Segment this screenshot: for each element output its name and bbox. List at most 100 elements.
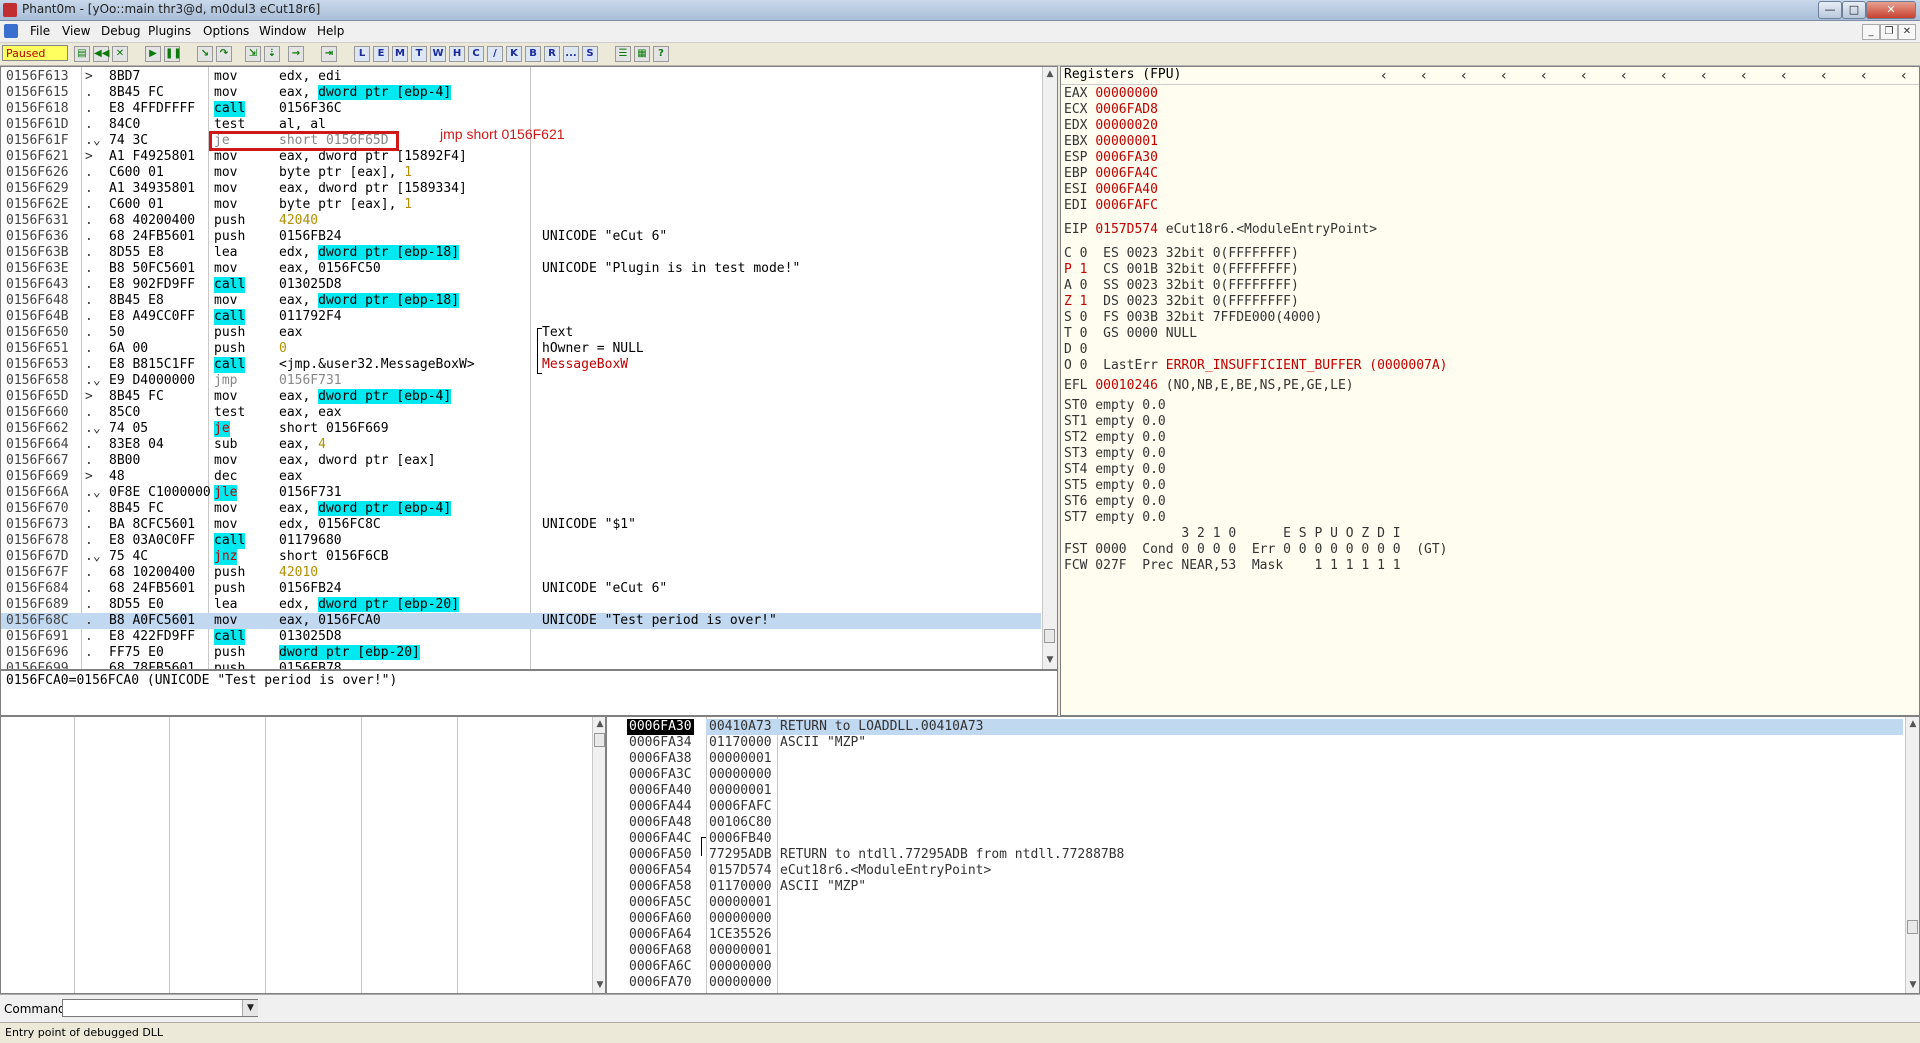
- register-value[interactable]: 0157D574: [1095, 222, 1158, 237]
- disasm-row[interactable]: 0156F636. 68 24FB5601 push 0156FB24 UNICODE …: [1, 229, 1041, 245]
- disasm-row[interactable]: 0156F621 > A1 F4925801 mov eax, dword ptr [1…: [1, 149, 1041, 165]
- disasm-row[interactable]: 0156F63B. 8D55 E8 lea edx, dword ptr [ebp-1…: [1, 245, 1041, 261]
- step-into-icon[interactable]: ↘: [197, 46, 213, 62]
- chevron-left-icon[interactable]: ‹: [1621, 68, 1627, 84]
- restart-icon[interactable]: ◀◀: [93, 46, 109, 62]
- disasm-row[interactable]: 0156F667. 8B00 mov eax, dword ptr [eax]: [1, 453, 1041, 469]
- mdi-child-icon[interactable]: [4, 24, 18, 38]
- register-value[interactable]: 00000001: [1095, 134, 1158, 149]
- stack-row[interactable]: 0006FA38 00000001: [607, 751, 1903, 767]
- disasm-row[interactable]: 0156F684. 68 24FB5601 push 0156FB24 UNICODE …: [1, 581, 1041, 597]
- disasm-row[interactable]: 0156F626. C600 01 mov byte ptr [eax], 1: [1, 165, 1041, 181]
- chevron-left-icon[interactable]: ‹: [1901, 68, 1907, 84]
- references-window-button[interactable]: R: [544, 46, 560, 62]
- appearance-icon[interactable]: ▦: [634, 46, 650, 62]
- dump-pane[interactable]: ▲ ▼: [0, 716, 606, 994]
- disasm-row[interactable]: 0156F615. 8B45 FC mov eax, dword ptr [ebp-4…: [1, 85, 1041, 101]
- chevron-left-icon[interactable]: ‹: [1861, 68, 1867, 84]
- stack-pane[interactable]: 0006FA30 00410A73 RETURN to LOADDLL.00410A…: [606, 716, 1920, 994]
- scroll-thumb[interactable]: [1044, 629, 1055, 643]
- dump-scrollbar[interactable]: ▲ ▼: [592, 717, 605, 993]
- modules-window-button[interactable]: E: [373, 46, 389, 62]
- disasm-row[interactable]: 0156F67F. 68 10200400 push 42010: [1, 565, 1041, 581]
- stack-row[interactable]: 0006FA5C 00000001: [607, 895, 1903, 911]
- open-icon[interactable]: ▤: [74, 46, 90, 62]
- chevron-left-icon[interactable]: ‹: [1421, 68, 1427, 84]
- disasm-row[interactable]: 0156F699. 68 78FB5601 push 0156FB78: [1, 661, 1041, 669]
- chevron-down-icon[interactable]: ▼: [242, 1000, 258, 1016]
- stack-row[interactable]: 0006FA3C 00000000: [607, 767, 1903, 783]
- disasm-row[interactable]: 0156F669 >48 dec eax: [1, 469, 1041, 485]
- disasm-row[interactable]: 0156F673. BA 8CFC5601 mov edx, 0156FC8C UNIC…: [1, 517, 1041, 533]
- stack-scroll-thumb[interactable]: [1907, 920, 1918, 934]
- mdi-close-button[interactable]: ✕: [1898, 24, 1916, 40]
- menu-debug[interactable]: Debug: [101, 24, 140, 38]
- disasm-row[interactable]: 0156F678. E8 03A0C0FF call 01179680: [1, 533, 1041, 549]
- stack-row[interactable]: 0006FA54 0157D574 eCut18r6.<ModuleEntryPoi…: [607, 863, 1903, 879]
- run-trace-window-button[interactable]: ...: [563, 46, 579, 62]
- stack-row[interactable]: 0006FA34 01170000 ASCII "MZP": [607, 735, 1903, 751]
- pause-icon[interactable]: ❚❚: [164, 46, 182, 62]
- menu-file[interactable]: File: [30, 24, 50, 38]
- flag-value[interactable]: C 0: [1064, 246, 1087, 261]
- disasm-row[interactable]: 0156F650. 50 push eax Text: [1, 325, 1041, 341]
- scroll-down-icon[interactable]: ▼: [1043, 653, 1057, 667]
- chevron-left-icon[interactable]: ‹: [1741, 68, 1747, 84]
- menu-plugins[interactable]: Plugins: [148, 24, 191, 38]
- stack-scroll-down-icon[interactable]: ▼: [1906, 978, 1919, 992]
- disasm-row[interactable]: 0156F63E. B8 50FC5601 mov eax, 0156FC50 UNIC…: [1, 261, 1041, 277]
- chevron-left-icon[interactable]: ‹: [1821, 68, 1827, 84]
- chevron-left-icon[interactable]: ‹: [1461, 68, 1467, 84]
- help-icon[interactable]: ?: [653, 46, 669, 62]
- cpu-window-button[interactable]: C: [468, 46, 484, 62]
- disasm-row[interactable]: 0156F662 .⌄ 74 05 je short 0156F669: [1, 421, 1041, 437]
- disasm-row[interactable]: 0156F631. 68 40200400 push 42040: [1, 213, 1041, 229]
- menu-options[interactable]: Options: [203, 24, 249, 38]
- disasm-row[interactable]: 0156F62E. C600 01 mov byte ptr [eax], 1: [1, 197, 1041, 213]
- windows-window-button[interactable]: W: [430, 46, 446, 62]
- disasm-row[interactable]: 0156F660. 85C0 test eax, eax: [1, 405, 1041, 421]
- close-button[interactable]: ✕: [1866, 1, 1916, 19]
- disasm-row[interactable]: 0156F653. E8 B815C1FF call <jmp.&user32.Mes…: [1, 357, 1041, 373]
- chevron-left-icon[interactable]: ‹: [1541, 68, 1547, 84]
- disasm-row[interactable]: 0156F664. 83E8 04 sub eax, 4: [1, 437, 1041, 453]
- disasm-row[interactable]: 0156F658 .⌄ E9 D4000000 jmp 0156F731: [1, 373, 1041, 389]
- stack-row[interactable]: 0006FA60 00000000: [607, 911, 1903, 927]
- mdi-restore-button[interactable]: ❐: [1880, 24, 1898, 40]
- disasm-row[interactable]: 0156F613 >8BD7 mov edx, edi: [1, 69, 1041, 85]
- stack-row[interactable]: 0006FA68 00000001: [607, 943, 1903, 959]
- chevron-left-icon[interactable]: ‹: [1381, 68, 1387, 84]
- register-value[interactable]: 0006FAD8: [1095, 102, 1158, 117]
- threads-window-button[interactable]: T: [411, 46, 427, 62]
- step-over-icon[interactable]: ↷: [216, 46, 232, 62]
- register-value[interactable]: 0006FA30: [1095, 150, 1158, 165]
- chevron-left-icon[interactable]: ‹: [1661, 68, 1667, 84]
- log-window-button[interactable]: L: [354, 46, 370, 62]
- disassembly-scrollbar[interactable]: ▲ ▼: [1042, 67, 1057, 669]
- minimize-button[interactable]: —: [1818, 1, 1842, 19]
- stack-row[interactable]: 0006FA6C 00000000: [607, 959, 1903, 975]
- menu-view[interactable]: View: [62, 24, 90, 38]
- flag-value[interactable]: Z 1: [1064, 294, 1087, 309]
- memory-window-button[interactable]: M: [392, 46, 408, 62]
- register-value[interactable]: 00000000: [1095, 86, 1158, 101]
- chevron-left-icon[interactable]: ‹: [1501, 68, 1507, 84]
- disasm-row[interactable]: 0156F68C. B8 A0FC5601 mov eax, 0156FCA0 UNIC…: [1, 613, 1041, 629]
- stack-row[interactable]: 0006FA30 00410A73 RETURN to LOADDLL.00410A…: [607, 719, 1903, 735]
- scroll-up-icon[interactable]: ▲: [1043, 67, 1057, 81]
- register-value[interactable]: 0006FA40: [1095, 182, 1158, 197]
- disasm-row[interactable]: 0156F65D >8B45 FC mov eax, dword ptr [ebp-4…: [1, 389, 1041, 405]
- flag-value[interactable]: D 0: [1064, 342, 1087, 357]
- goto-icon[interactable]: ⇥: [321, 46, 337, 62]
- disasm-row[interactable]: 0156F67D .⌄ 75 4C jnz short 0156F6CB: [1, 549, 1041, 565]
- source-window-button[interactable]: S: [582, 46, 598, 62]
- handles-window-button[interactable]: H: [449, 46, 465, 62]
- breakpoints-window-button[interactable]: B: [525, 46, 541, 62]
- flag-value[interactable]: T 0: [1064, 326, 1087, 341]
- flag-value[interactable]: A 0: [1064, 278, 1087, 293]
- stack-row[interactable]: 0006FA58 01170000 ASCII "MZP": [607, 879, 1903, 895]
- trace-over-icon[interactable]: ⇣: [264, 46, 280, 62]
- stack-row[interactable]: 0006FA50 77295ADB RETURN to ntdll.77295ADB…: [607, 847, 1903, 863]
- flag-value[interactable]: S 0: [1064, 310, 1087, 325]
- registers-pane[interactable]: Registers (FPU) ‹ ‹ ‹ ‹ ‹ ‹ ‹ ‹ ‹ ‹ ‹ ‹ ‹ ‹ EAX 00000…: [1060, 66, 1920, 716]
